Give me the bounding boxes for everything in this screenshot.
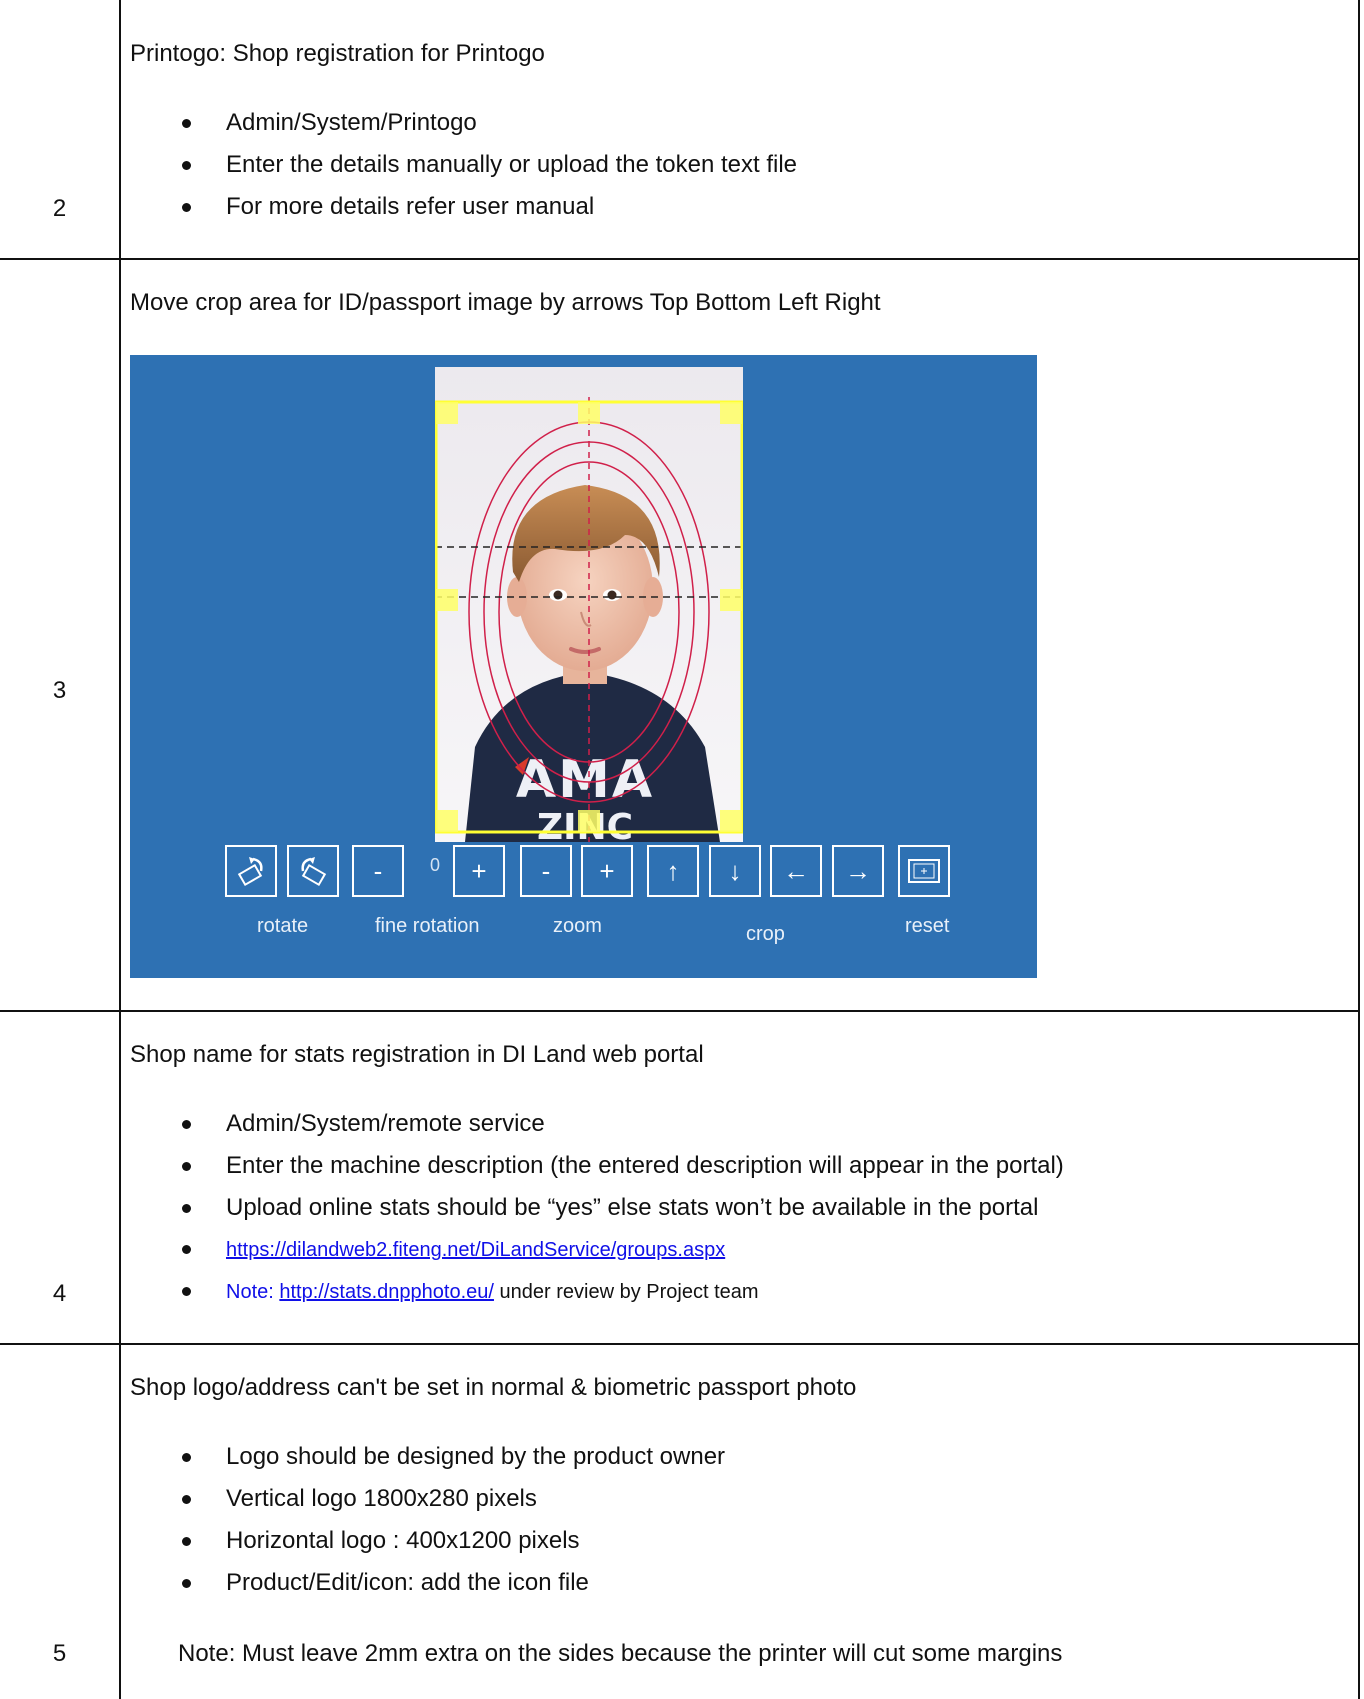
list-item: Note: http://stats.dnpphoto.eu/ under re…: [121, 1271, 1064, 1313]
list-item: Admin/System/Printogo: [121, 102, 797, 144]
arrow-down-icon: ↓: [728, 856, 742, 886]
row-heading: Shop name for stats registration in DI L…: [130, 1041, 704, 1068]
list-item: Enter the machine description (the enter…: [121, 1145, 1064, 1187]
row-heading: Move crop area for ID/passport image by …: [130, 289, 881, 316]
groups-portal-link[interactable]: https://dilandweb2.fiteng.net/DiLandServ…: [226, 1239, 725, 1261]
list-item: Product/Edit/icon: add the icon file: [121, 1562, 725, 1604]
zoom-in-button[interactable]: +: [581, 845, 633, 897]
passport-photo-editor: AMA ZINC: [130, 355, 1037, 978]
crop-down-button[interactable]: ↓: [709, 845, 761, 897]
crop-right-button[interactable]: →: [832, 845, 884, 897]
list-item: For more details refer user manual: [121, 186, 797, 228]
instructions-table: 2 Printogo: Shop registration for Printo…: [0, 0, 1364, 1699]
bullet-list: Admin/System/remote service Enter the ma…: [121, 1103, 1064, 1313]
rotate-right-button[interactable]: [287, 845, 339, 897]
list-item: Admin/System/remote service: [121, 1103, 1064, 1145]
rotate-right-icon: [301, 857, 327, 887]
zoom-out-button[interactable]: -: [520, 845, 572, 897]
fine-rotation-value: 0: [429, 855, 440, 875]
passport-photo: AMA ZINC: [435, 367, 743, 842]
row-heading: Printogo: Shop registration for Printogo: [130, 40, 545, 67]
reset-frame-icon: [908, 859, 940, 883]
list-item: Horizontal logo : 400x1200 pixels: [121, 1520, 725, 1562]
list-item: Logo should be designed by the product o…: [121, 1436, 725, 1478]
bullet-list: Admin/System/Printogo Enter the details …: [121, 102, 797, 228]
row-number: 5: [52, 1640, 67, 1667]
rotate-left-icon: [237, 857, 263, 887]
arrow-right-icon: →: [845, 856, 871, 886]
table-right-border: [1358, 0, 1360, 1699]
crop-up-button[interactable]: ↑: [647, 845, 699, 897]
rotate-left-button[interactable]: [225, 845, 277, 897]
list-item: Vertical logo 1800x280 pixels: [121, 1478, 725, 1520]
fine-rotation-minus-button[interactable]: -: [352, 845, 404, 897]
zoom-label: zoom: [553, 915, 602, 937]
stats-portal-link[interactable]: http://stats.dnpphoto.eu/: [279, 1281, 494, 1303]
reset-button[interactable]: [898, 845, 950, 897]
row-number: 3: [52, 677, 67, 704]
row-number: 4: [52, 1280, 67, 1307]
row-content: Move crop area for ID/passport image by …: [121, 260, 1358, 1010]
note-suffix: under review by Project team: [493, 1281, 759, 1303]
fine-rotation-label: fine rotation: [375, 915, 480, 937]
note-prefix: Note:: [226, 1281, 280, 1303]
arrow-up-icon: ↑: [666, 856, 680, 886]
fine-rotation-plus-button[interactable]: +: [453, 845, 505, 897]
row-content: Printogo: Shop registration for Printogo…: [121, 0, 1358, 258]
list-item: https://dilandweb2.fiteng.net/DiLandServ…: [121, 1229, 1064, 1271]
row-content: Shop logo/address can't be set in normal…: [121, 1345, 1358, 1699]
reset-label: reset: [905, 915, 950, 937]
row-heading: Shop logo/address can't be set in normal…: [130, 1374, 857, 1401]
arrow-left-icon: ←: [783, 856, 809, 886]
rotate-label: rotate: [257, 915, 309, 937]
crop-label: crop: [746, 923, 785, 945]
list-item: Upload online stats should be “yes” else…: [121, 1187, 1064, 1229]
row-content: Shop name for stats registration in DI L…: [121, 1012, 1358, 1343]
row-number: 2: [52, 195, 67, 222]
bullet-list: Logo should be designed by the product o…: [121, 1436, 725, 1604]
crop-left-button[interactable]: ←: [770, 845, 822, 897]
row-footnote: Note: Must leave 2mm extra on the sides …: [178, 1640, 1063, 1667]
child-portrait-image: AMA ZINC: [435, 397, 743, 842]
list-item: Enter the details manually or upload the…: [121, 144, 797, 186]
